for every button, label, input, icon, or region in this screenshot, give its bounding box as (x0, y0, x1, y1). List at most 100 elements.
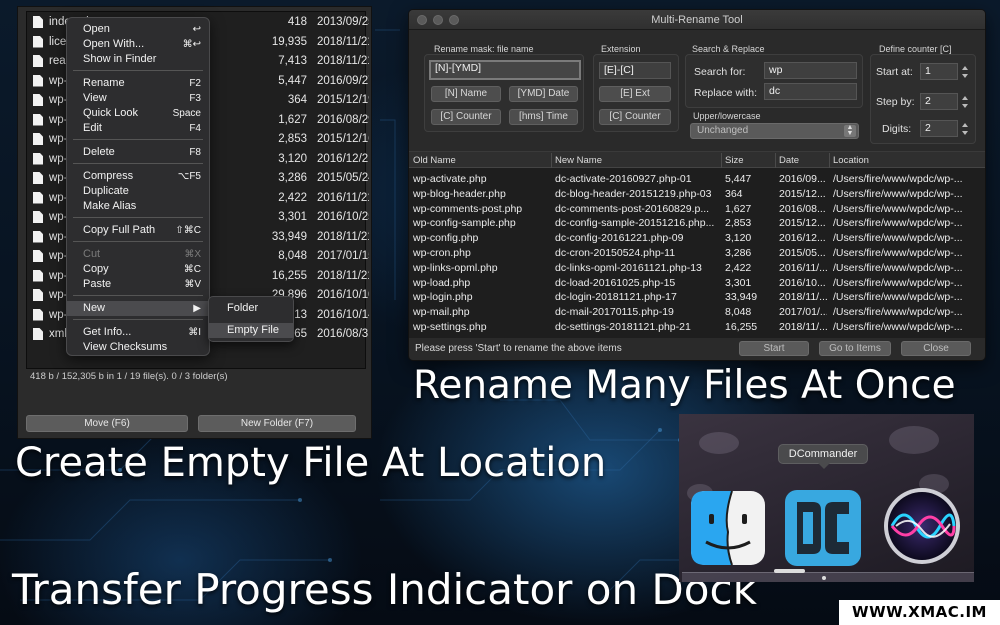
file-date: 2015/12/16 (317, 133, 369, 145)
menu-item-rename[interactable]: Rename F2 (67, 76, 209, 91)
digits-input[interactable]: 2 (920, 120, 958, 137)
table-cell: 2,853 (725, 217, 752, 230)
table-row[interactable]: wp-comments-post.php dc-comments-post-201… (409, 202, 985, 217)
file-size: 16,255 (271, 269, 307, 282)
file-size: 33,949 (271, 230, 307, 243)
table-row[interactable]: wp-config-sample.php dc-config-sample-201… (409, 216, 985, 231)
date-button[interactable]: [YMD] Date (509, 86, 578, 102)
menu-item-view[interactable]: View F3 (67, 91, 209, 106)
start-at-stepper-icon[interactable] (961, 65, 969, 79)
menu-item-label: Quick Look (83, 107, 139, 119)
running-indicator (822, 576, 826, 580)
menu-item-folder[interactable]: Folder (209, 301, 293, 316)
multi-rename-window: Multi-Rename Tool Rename mask: file name… (408, 9, 986, 361)
table-row[interactable]: wp-mail.php dc-mail-20170115.php-19 8,048 2… (409, 305, 985, 320)
table-cell: wp-config-sample.php (413, 217, 516, 230)
file-size: 364 (287, 94, 307, 106)
dock-tooltip: DCommander (778, 444, 868, 469)
file-date: 2016/11/21 (317, 191, 369, 204)
column-location[interactable]: Location (833, 155, 869, 166)
menu-item-label: Cut (83, 248, 101, 260)
table-cell: dc-settings-20181121.php-21 (555, 321, 691, 333)
table-cell: wp-comments-post.php (413, 202, 523, 215)
table-row[interactable]: wp-activate.php dc-activate-20160927.php-… (409, 172, 985, 187)
menu-item-edit[interactable]: Edit F4 (67, 121, 209, 136)
counter-button[interactable]: [C] Counter (431, 109, 501, 125)
table-row[interactable]: wp-login.php dc-login-20181121.php-17 33,9… (409, 290, 985, 305)
menu-item-make-alias[interactable]: Make Alias (67, 199, 209, 214)
table-cell: /Users/fire/www/wpdc/wp-... (833, 321, 963, 333)
document-icon (33, 74, 43, 87)
table-cell: 2016/08... (779, 202, 826, 215)
menu-item-empty-file[interactable]: Empty File (209, 323, 293, 338)
table-row[interactable]: wp-config.php dc-config-20161221.php-09 3,… (409, 231, 985, 246)
column-date[interactable]: Date (779, 155, 799, 166)
move-button[interactable]: Move (F6) (26, 415, 188, 432)
menu-item-cut: Cut ⌘X (67, 247, 209, 262)
start-at-input[interactable]: 1 (920, 63, 958, 80)
menu-item-new[interactable]: New ▶ (67, 301, 209, 316)
ext-counter-button[interactable]: [C] Counter (599, 109, 671, 125)
ext-button[interactable]: [E] Ext (599, 86, 671, 102)
menu-item-paste[interactable]: Paste ⌘V (67, 277, 209, 292)
extension-input[interactable]: [E]-[C] (599, 62, 671, 79)
table-row[interactable]: wp-settings.php dc-settings-20181121.php-… (409, 320, 985, 335)
document-icon (33, 250, 43, 262)
file-size: 7,413 (278, 55, 307, 67)
menu-item-label: Paste (83, 278, 112, 290)
file-date: 2018/11/21 (317, 35, 369, 48)
go-to-items-button[interactable]: Go to Items (819, 341, 891, 356)
step-by-stepper-icon[interactable] (961, 95, 969, 109)
menu-item-shortcut: ⌘↩ (182, 39, 201, 50)
column-old-name[interactable]: Old Name (413, 155, 456, 166)
rename-preview-table[interactable]: wp-activate.php dc-activate-20160927.php-… (409, 168, 985, 338)
file-date: 2016/08/29 (317, 113, 369, 126)
case-select[interactable]: Unchanged ▲ ▼ (690, 123, 859, 139)
document-icon (33, 211, 43, 223)
close-button[interactable]: Close (901, 341, 971, 356)
table-row[interactable]: wp-links-opml.php dc-links-opml-20161121.… (409, 261, 985, 276)
dcommander-icon[interactable] (783, 488, 863, 568)
menu-item-compress[interactable]: Compress ⌥F5 (67, 169, 209, 184)
column-size[interactable]: Size (725, 155, 743, 166)
mask-input[interactable]: [N]-[YMD] (429, 60, 581, 80)
menu-item-open[interactable]: Open ↩ (67, 22, 209, 37)
table-cell: /Users/fire/www/wpdc/wp-... (833, 261, 963, 274)
table-row[interactable]: wp-blog-header.php dc-blog-header-2015121… (409, 187, 985, 202)
siri-icon[interactable] (882, 486, 962, 566)
menu-item-open-with[interactable]: Open With... ⌘↩ (67, 37, 209, 52)
step-by-input[interactable]: 2 (920, 93, 958, 110)
digits-stepper-icon[interactable] (961, 122, 969, 136)
menu-item-view-checksums[interactable]: View Checksums (67, 340, 209, 355)
time-button[interactable]: [hms] Time (509, 109, 578, 125)
table-cell: 2017/01/... (779, 306, 827, 319)
name-button[interactable]: [N] Name (431, 86, 501, 102)
table-cell: dc-mail-20170115.php-19 (555, 306, 674, 319)
menu-item-delete[interactable]: Delete F8 (67, 145, 209, 160)
file-size: 2,422 (278, 191, 307, 204)
finder-icon[interactable] (688, 488, 768, 568)
caption-empty-file: Create Empty File At Location (15, 440, 607, 486)
replace-with-input[interactable]: dc (764, 83, 857, 100)
menu-item-get-info[interactable]: Get Info... ⌘I (67, 325, 209, 340)
menu-item-copy-full-path[interactable]: Copy Full Path ⇧⌘C (67, 223, 209, 238)
new-submenu: Folder Empty File (208, 296, 294, 342)
file-size: 3,286 (278, 172, 307, 184)
menu-item-shortcut: ⌘V (184, 279, 201, 290)
file-size: 8,048 (278, 250, 307, 262)
context-menu: Open ↩ Open With... ⌘↩ Show in Finder Rename F… (66, 17, 210, 356)
menu-item-label: View (83, 92, 107, 104)
search-for-input[interactable]: wp (764, 62, 857, 79)
table-cell: 2018/11/... (779, 291, 827, 304)
file-date: 2017/01/15 (317, 250, 369, 262)
menu-item-quick-look[interactable]: Quick Look Space (67, 106, 209, 121)
table-row[interactable]: wp-load.php dc-load-20161025.php-15 3,301 2… (409, 276, 985, 291)
menu-item-copy[interactable]: Copy ⌘C (67, 262, 209, 277)
start-button[interactable]: Start (739, 341, 809, 356)
column-new-name[interactable]: New Name (555, 155, 602, 166)
menu-item-duplicate[interactable]: Duplicate (67, 184, 209, 199)
new-folder-button[interactable]: New Folder (F7) (198, 415, 356, 432)
file-date: 2015/05/24 (317, 172, 369, 184)
menu-item-show-in-finder[interactable]: Show in Finder (67, 52, 209, 67)
table-row[interactable]: wp-cron.php dc-cron-20150524.php-11 3,286 2… (409, 246, 985, 261)
